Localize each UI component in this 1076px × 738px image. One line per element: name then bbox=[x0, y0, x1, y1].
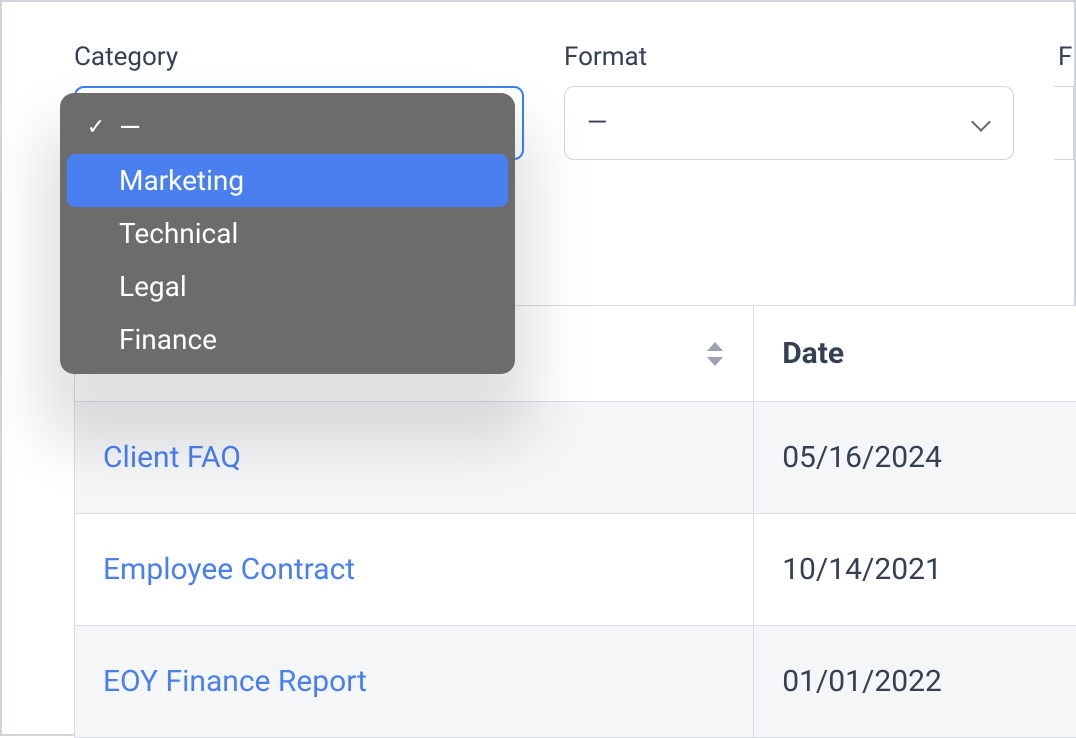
dropdown-option-label: — bbox=[119, 111, 141, 144]
table-row: Client FAQ 05/16/2024 bbox=[75, 402, 1076, 514]
dropdown-option-legal[interactable]: Legal bbox=[67, 260, 508, 313]
table-row: Employee Contract 10/14/2021 bbox=[75, 514, 1076, 626]
partial-label: F bbox=[1054, 42, 1074, 72]
dropdown-option-none[interactable]: ✓ — bbox=[67, 101, 508, 154]
dropdown-option-marketing[interactable]: Marketing bbox=[67, 154, 508, 207]
category-label: Category bbox=[74, 42, 524, 72]
sort-icon bbox=[707, 342, 723, 366]
filter-partial-group: F bbox=[1054, 42, 1074, 160]
row-name-link[interactable]: EOY Finance Report bbox=[75, 626, 754, 738]
format-selected-value: — bbox=[587, 108, 608, 138]
column-header-date-label: Date bbox=[782, 336, 844, 371]
check-icon: ✓ bbox=[85, 115, 107, 140]
dropdown-option-label: Marketing bbox=[119, 164, 244, 197]
chevron-down-icon bbox=[971, 117, 991, 129]
dropdown-option-finance[interactable]: Finance bbox=[67, 313, 508, 366]
table-row: EOY Finance Report 01/01/2022 bbox=[75, 626, 1076, 738]
category-dropdown-menu: ✓ — Marketing Technical Legal Finance bbox=[60, 93, 515, 374]
format-select[interactable]: — bbox=[564, 86, 1014, 160]
row-name-link[interactable]: Client FAQ bbox=[75, 402, 754, 514]
column-header-date[interactable]: Date bbox=[754, 306, 1076, 402]
row-date: 01/01/2022 bbox=[754, 626, 1076, 738]
dropdown-option-label: Legal bbox=[119, 270, 187, 303]
format-label: Format bbox=[564, 42, 1014, 72]
dropdown-option-technical[interactable]: Technical bbox=[67, 207, 508, 260]
filter-format-group: Format — bbox=[564, 42, 1014, 160]
row-date: 10/14/2021 bbox=[754, 514, 1076, 626]
row-name-link[interactable]: Employee Contract bbox=[75, 514, 754, 626]
dropdown-option-label: Finance bbox=[119, 323, 217, 356]
row-date: 05/16/2024 bbox=[754, 402, 1076, 514]
partial-select[interactable] bbox=[1054, 86, 1074, 160]
dropdown-option-label: Technical bbox=[119, 217, 238, 250]
